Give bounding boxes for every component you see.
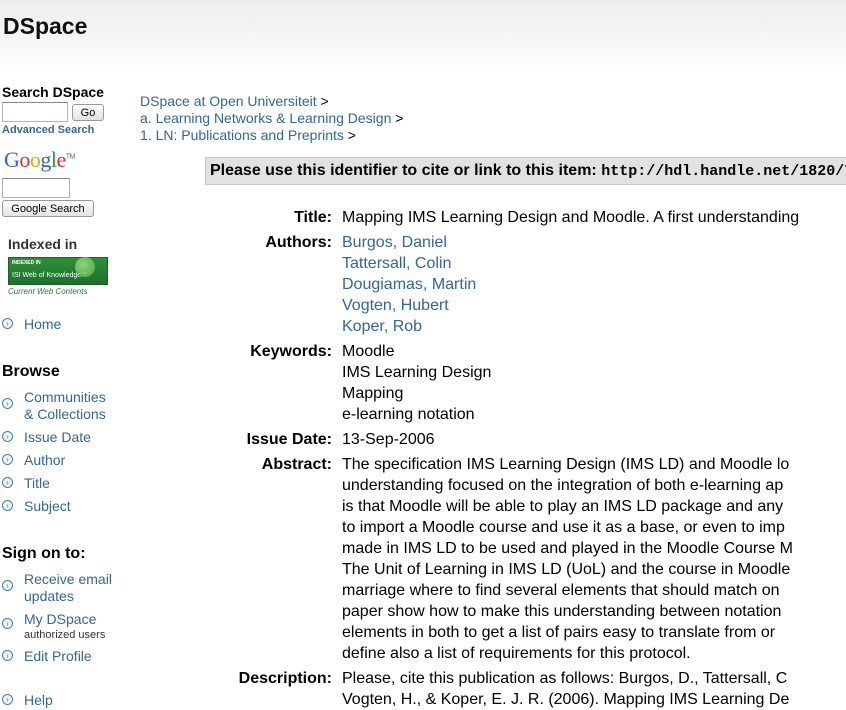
breadcrumb-separator: > — [395, 110, 404, 126]
receive-line2: updates — [24, 588, 74, 604]
google-search-button[interactable]: Google Search — [2, 200, 94, 217]
abstract-line: The specification IMS Learning Design (I… — [342, 456, 790, 473]
communities-line1: Communities — [24, 389, 106, 405]
isi-small-label: INDEXED IN — [12, 260, 41, 266]
isi-web-of-knowledge-badge[interactable]: INDEXED IN ISI Web of Knowledge℠ Current… — [8, 257, 108, 297]
home-link[interactable]: Home — [24, 316, 61, 333]
arrow-circle-icon: › — [2, 431, 13, 442]
google-search-input[interactable] — [2, 178, 70, 198]
arrow-circle-icon: › — [2, 477, 13, 488]
description-text: Please, cite this publication as follows… — [342, 668, 789, 710]
keyword: Moodle — [342, 343, 395, 360]
abstract-line: define also a list of requirements for t… — [342, 645, 691, 662]
communities-link[interactable]: Communities & Collections — [24, 389, 106, 423]
description-line: Vogten, H., & Koper, E. J. R. (2006). Ma… — [342, 691, 790, 708]
title-label: Title: — [294, 209, 332, 226]
dspace-logo[interactable]: DSpace — [3, 13, 87, 40]
keyword: Mapping — [342, 385, 404, 402]
abstract-line: marriage where to find several elements … — [342, 582, 780, 599]
arrow-circle-icon: › — [2, 580, 13, 591]
google-logo: GoogleTM — [4, 147, 76, 172]
edit-profile-link[interactable]: Edit Profile — [24, 648, 92, 665]
author-link[interactable]: Vogten, Hubert — [342, 295, 476, 316]
abstract-text: The specification IMS Learning Design (I… — [342, 454, 793, 664]
my-dspace-link[interactable]: My DSpace — [24, 611, 96, 628]
search-input[interactable] — [2, 102, 68, 122]
breadcrumb-item[interactable]: a. Learning Networks & Learning Design — [140, 110, 391, 126]
breadcrumb: DSpace at Open Universiteit > — [140, 93, 329, 109]
breadcrumb: a. Learning Networks & Learning Design > — [140, 110, 403, 126]
abstract-line: made in IMS LD to be used and played in … — [342, 540, 793, 557]
communities-line2: & Collections — [24, 406, 106, 422]
advanced-search-link[interactable]: Advanced Search — [2, 124, 94, 136]
abstract-label: Abstract: — [261, 456, 332, 473]
title-value: Mapping IMS Learning Design and Moodle. … — [342, 207, 799, 228]
handle-url[interactable]: http://hdl.handle.net/1820/786 — [601, 163, 846, 180]
author-link[interactable]: Dougiamas, Martin — [342, 274, 476, 295]
cite-identifier-box: Please use this identifier to cite or li… — [205, 157, 846, 185]
issue-date-link[interactable]: Issue Date — [24, 429, 91, 446]
keyword: IMS Learning Design — [342, 364, 492, 381]
breadcrumb-item[interactable]: DSpace at Open Universiteit — [140, 93, 317, 109]
issue-date-value: 13-Sep-2006 — [342, 429, 435, 450]
arrow-circle-icon: › — [2, 318, 13, 329]
arrow-circle-icon: › — [2, 618, 13, 629]
keywords-label: Keywords: — [250, 343, 332, 360]
title-link[interactable]: Title — [24, 475, 50, 492]
arrow-circle-icon: › — [2, 454, 13, 465]
abstract-line: The Unit of Learning in IMS LD (UoL) and… — [342, 561, 791, 578]
keyword: e-learning notation — [342, 406, 475, 423]
description-line: Please, cite this publication as follows… — [342, 670, 788, 687]
breadcrumb: 1. LN: Publications and Preprints > — [140, 127, 356, 143]
sidebar: Search DSpace Go Advanced Search GoogleT… — [0, 80, 130, 708]
abstract-line: paper show how to make this understandin… — [342, 603, 782, 620]
go-button[interactable]: Go — [72, 104, 104, 121]
page-header: DSpace — [0, 0, 846, 70]
issue-date-text: 13-Sep-2006 — [342, 431, 435, 448]
google-tm: TM — [65, 153, 76, 161]
arrow-circle-icon: › — [2, 650, 13, 661]
sign-on-heading: Sign on to: — [2, 545, 86, 562]
breadcrumb-separator: > — [347, 127, 356, 143]
abstract-line: understanding focused on the integration… — [342, 477, 784, 494]
authors-list: Burgos, Daniel Tattersall, Colin Dougiam… — [342, 232, 476, 337]
description-label: Description: — [238, 670, 332, 687]
main-content: DSpace at Open Universiteit > a. Learnin… — [140, 90, 846, 708]
subject-link[interactable]: Subject — [24, 498, 71, 515]
browse-heading: Browse — [2, 363, 60, 380]
isi-globe-icon — [75, 257, 95, 277]
title-text: Mapping IMS Learning Design and Moodle. … — [342, 209, 800, 226]
isi-current-web-contents: Current Web Contents — [8, 287, 88, 296]
breadcrumb-separator: > — [320, 93, 329, 109]
arrow-circle-icon: › — [2, 694, 13, 705]
author-link[interactable]: Burgos, Daniel — [342, 232, 476, 253]
receive-email-link[interactable]: Receive email updates — [24, 571, 112, 605]
issue-date-label: Issue Date: — [246, 431, 332, 448]
indexed-in-label: Indexed in — [8, 236, 78, 252]
author-link[interactable]: Koper, Rob — [342, 316, 476, 337]
arrow-circle-icon: › — [2, 500, 13, 511]
author-link[interactable]: Tattersall, Colin — [342, 253, 476, 274]
author-link[interactable]: Author — [24, 452, 65, 469]
authors-label: Authors: — [265, 234, 332, 251]
abstract-line: elements in both to get a list of pairs … — [342, 624, 776, 641]
arrow-circle-icon: › — [2, 398, 13, 409]
receive-line1: Receive email — [24, 571, 112, 587]
keywords-list: Moodle IMS Learning Design Mapping e-lea… — [342, 341, 491, 425]
cite-text: Please use this identifier to cite or li… — [210, 162, 597, 179]
authorized-users-note: authorized users — [24, 629, 106, 641]
abstract-line: to import a Moodle course and use it as … — [342, 519, 785, 536]
abstract-line: is that Moodle will be able to play an I… — [342, 498, 784, 515]
search-heading: Search DSpace — [2, 84, 104, 100]
breadcrumb-item[interactable]: 1. LN: Publications and Preprints — [140, 127, 344, 143]
